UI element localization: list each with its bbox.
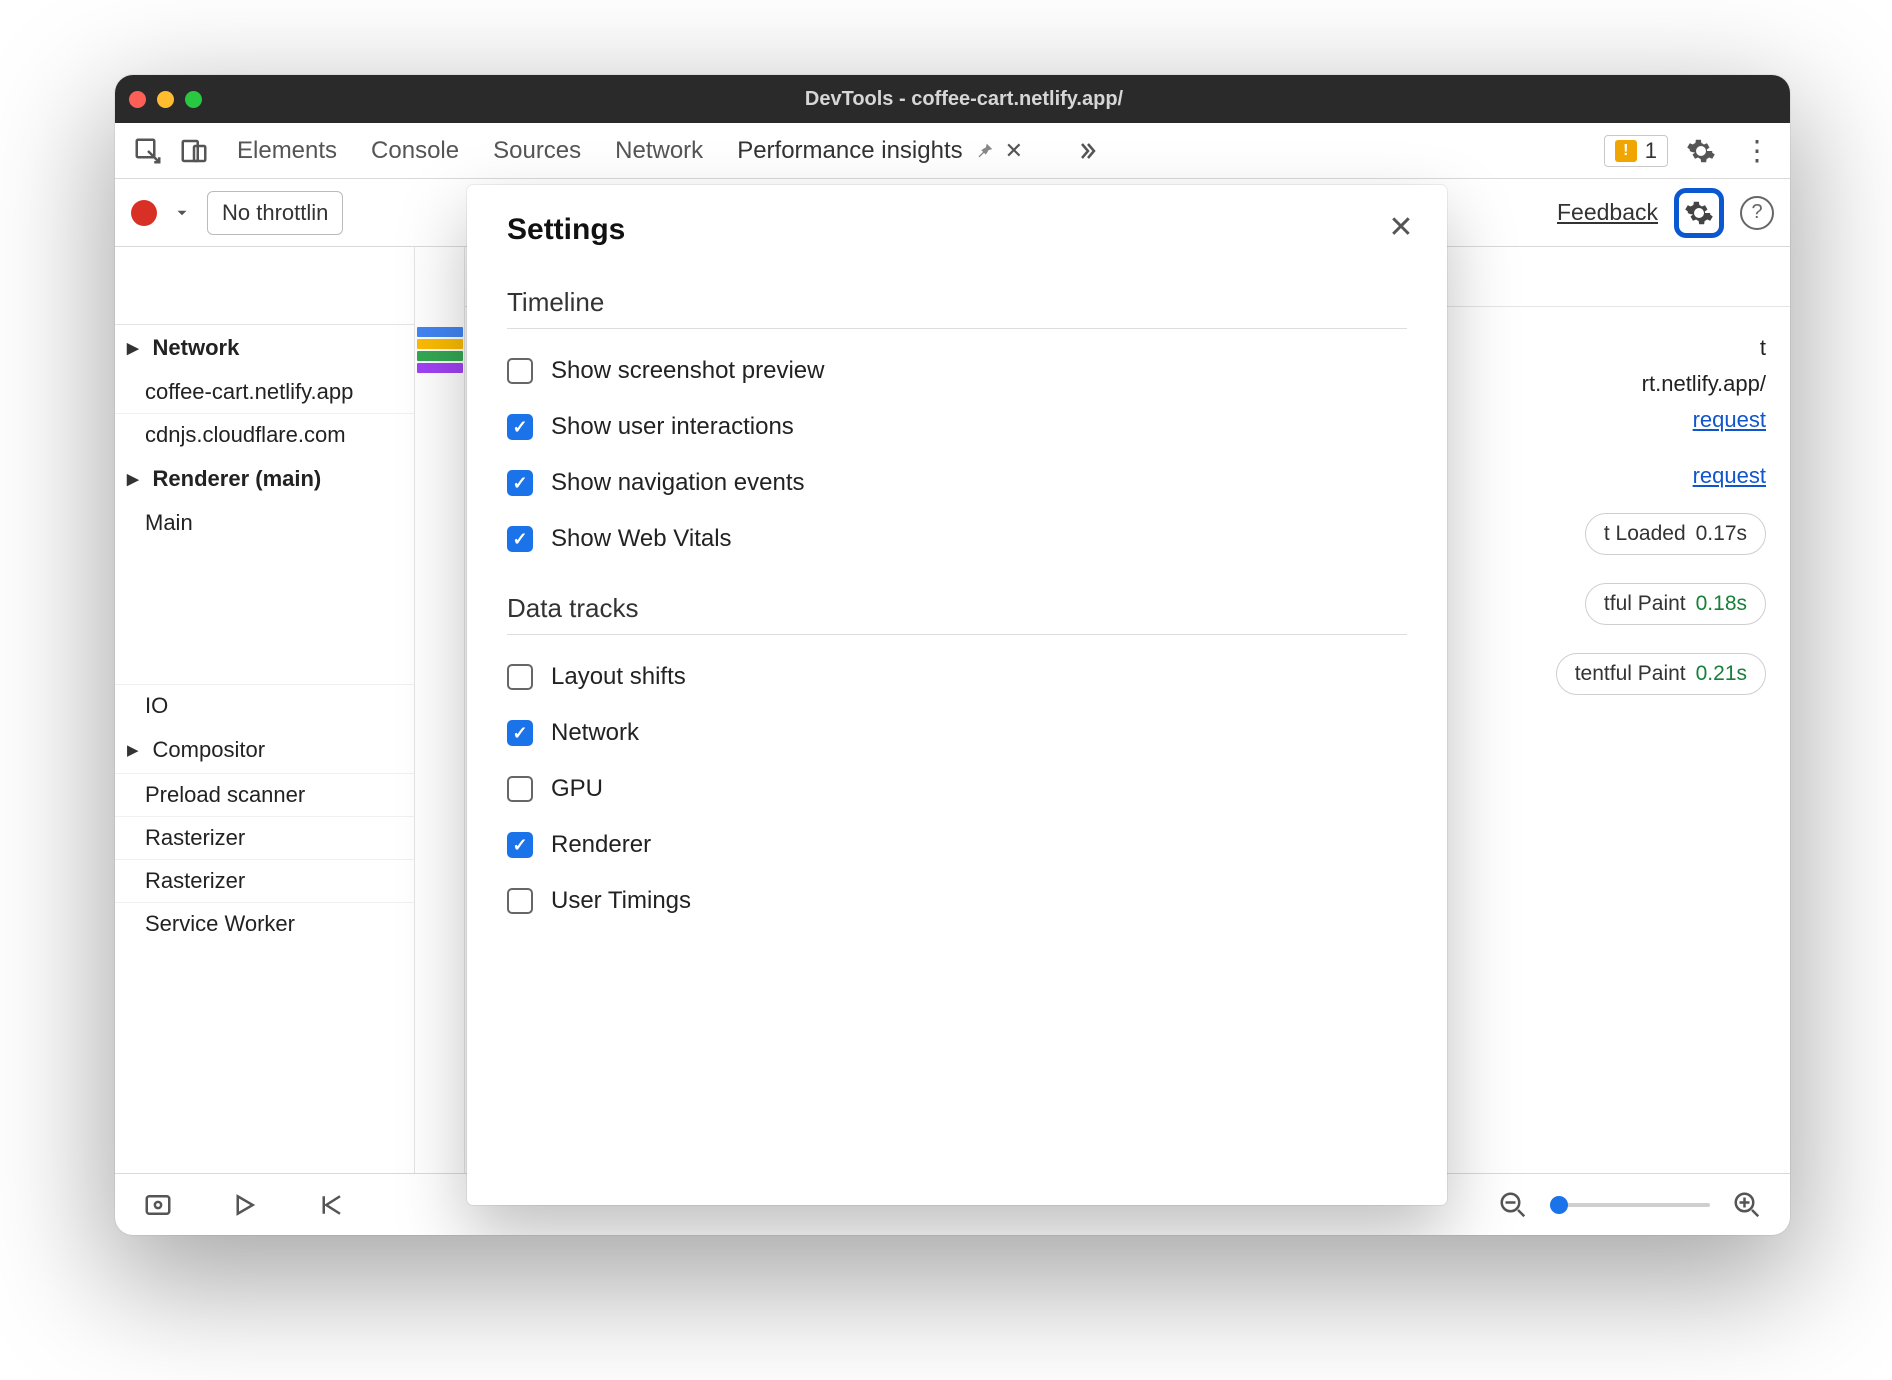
throttling-label: No throttlin bbox=[222, 200, 328, 225]
tab-network[interactable]: Network bbox=[615, 137, 703, 165]
titlebar: DevTools - coffee-cart.netlify.app/ bbox=[115, 75, 1790, 123]
close-window-button[interactable] bbox=[129, 91, 146, 108]
metric-value: 0.17s bbox=[1696, 522, 1747, 546]
checkbox[interactable] bbox=[507, 832, 533, 858]
track-thread[interactable]: Preload scanner bbox=[115, 773, 414, 816]
checkbox[interactable] bbox=[507, 358, 533, 384]
metric-label: t Loaded bbox=[1604, 522, 1686, 546]
settings-option[interactable]: Layout shifts bbox=[507, 663, 1407, 691]
record-menu-dropdown[interactable] bbox=[173, 204, 191, 222]
track-host[interactable]: cdnjs.cloudflare.com bbox=[115, 413, 414, 456]
issues-count: 1 bbox=[1645, 138, 1657, 164]
throttling-select[interactable]: No throttlin bbox=[207, 191, 343, 235]
settings-option[interactable]: Renderer bbox=[507, 831, 1407, 859]
track-host[interactable]: coffee-cart.netlify.app bbox=[115, 371, 414, 413]
play-icon[interactable] bbox=[221, 1182, 267, 1228]
more-tabs-icon[interactable] bbox=[1075, 139, 1099, 163]
jump-start-icon[interactable] bbox=[307, 1182, 353, 1228]
settings-option[interactable]: User Timings bbox=[507, 887, 1407, 915]
settings-option[interactable]: Show screenshot preview bbox=[507, 357, 1407, 385]
track-thread[interactable]: Rasterizer bbox=[115, 859, 414, 902]
details-request-link[interactable]: request bbox=[1693, 463, 1766, 488]
panel-settings-button[interactable] bbox=[1674, 188, 1724, 238]
record-button[interactable] bbox=[131, 200, 157, 226]
settings-section-title: Timeline bbox=[507, 287, 1407, 329]
metric-value: 0.18s bbox=[1696, 592, 1747, 616]
metric-label: tentful Paint bbox=[1575, 662, 1686, 686]
track-renderer-header[interactable]: Renderer (main) bbox=[115, 456, 414, 502]
option-label: Show Web Vitals bbox=[551, 525, 732, 553]
zoom-out-icon[interactable] bbox=[1490, 1182, 1536, 1228]
track-network-header[interactable]: Network bbox=[115, 325, 414, 371]
checkbox[interactable] bbox=[507, 720, 533, 746]
checkbox[interactable] bbox=[507, 470, 533, 496]
zoom-slider[interactable] bbox=[1550, 1203, 1710, 1207]
option-label: Network bbox=[551, 719, 639, 747]
settings-section-title: Data tracks bbox=[507, 593, 1407, 635]
devtools-settings-icon[interactable] bbox=[1678, 128, 1724, 174]
settings-option[interactable]: Network bbox=[507, 719, 1407, 747]
tab-console[interactable]: Console bbox=[371, 137, 459, 165]
metric-pill: tentful Paint 0.21s bbox=[1556, 653, 1766, 695]
tab-sources[interactable]: Sources bbox=[493, 137, 581, 165]
track-thread[interactable]: Service Worker bbox=[115, 902, 414, 945]
settings-option[interactable]: Show Web Vitals bbox=[507, 525, 1407, 553]
option-label: Renderer bbox=[551, 831, 651, 859]
checkbox[interactable] bbox=[507, 526, 533, 552]
tab-performance-insights[interactable]: Performance insights bbox=[737, 137, 962, 165]
settings-title: Settings bbox=[507, 213, 1407, 247]
metric-label: tful Paint bbox=[1604, 592, 1686, 616]
option-label: Show screenshot preview bbox=[551, 357, 824, 385]
checkbox[interactable] bbox=[507, 888, 533, 914]
settings-option[interactable]: Show navigation events bbox=[507, 469, 1407, 497]
option-label: Layout shifts bbox=[551, 663, 686, 691]
track-thread[interactable]: IO bbox=[115, 684, 414, 727]
timeline-gutter bbox=[415, 247, 465, 1173]
zoom-in-icon[interactable] bbox=[1724, 1182, 1770, 1228]
pin-icon[interactable] bbox=[973, 140, 995, 162]
inspect-element-icon[interactable] bbox=[125, 128, 171, 174]
option-label: User Timings bbox=[551, 887, 691, 915]
track-thread[interactable]: Rasterizer bbox=[115, 816, 414, 859]
window-title: DevTools - coffee-cart.netlify.app/ bbox=[152, 88, 1776, 111]
devtools-window: DevTools - coffee-cart.netlify.app/ Elem… bbox=[115, 75, 1790, 1235]
tracks-panel: Network coffee-cart.netlify.app cdnjs.cl… bbox=[115, 247, 415, 1173]
devtools-tabstrip: Elements Console Sources Network Perform… bbox=[115, 123, 1790, 179]
metric-value: 0.21s bbox=[1696, 662, 1747, 686]
tab-elements[interactable]: Elements bbox=[237, 137, 337, 165]
settings-panel: Settings ✕ Timeline Show screenshot prev… bbox=[467, 185, 1447, 1205]
more-menu-icon[interactable]: ⋮ bbox=[1734, 128, 1780, 174]
warning-icon: ! bbox=[1615, 140, 1637, 162]
settings-option[interactable]: GPU bbox=[507, 775, 1407, 803]
details-request-link[interactable]: request bbox=[1693, 407, 1766, 432]
metric-pill: tful Paint 0.18s bbox=[1585, 583, 1766, 625]
checkbox[interactable] bbox=[507, 664, 533, 690]
feedback-link[interactable]: Feedback bbox=[1557, 199, 1658, 226]
option-label: Show navigation events bbox=[551, 469, 805, 497]
track-thread[interactable]: Main bbox=[115, 502, 414, 544]
option-label: GPU bbox=[551, 775, 603, 803]
help-button[interactable]: ? bbox=[1740, 196, 1774, 230]
device-toolbar-icon[interactable] bbox=[171, 128, 217, 174]
checkbox[interactable] bbox=[507, 776, 533, 802]
settings-option[interactable]: Show user interactions bbox=[507, 413, 1407, 441]
settings-close-button[interactable]: ✕ bbox=[1381, 207, 1421, 247]
metric-pill: t Loaded 0.17s bbox=[1585, 513, 1766, 555]
zoom-controls bbox=[1490, 1182, 1770, 1228]
checkbox[interactable] bbox=[507, 414, 533, 440]
track-thread[interactable]: Compositor bbox=[115, 727, 414, 773]
issues-badge[interactable]: ! 1 bbox=[1604, 135, 1668, 167]
option-label: Show user interactions bbox=[551, 413, 794, 441]
tab-close-icon[interactable]: ✕ bbox=[1005, 138, 1023, 164]
preview-icon[interactable] bbox=[135, 1182, 181, 1228]
